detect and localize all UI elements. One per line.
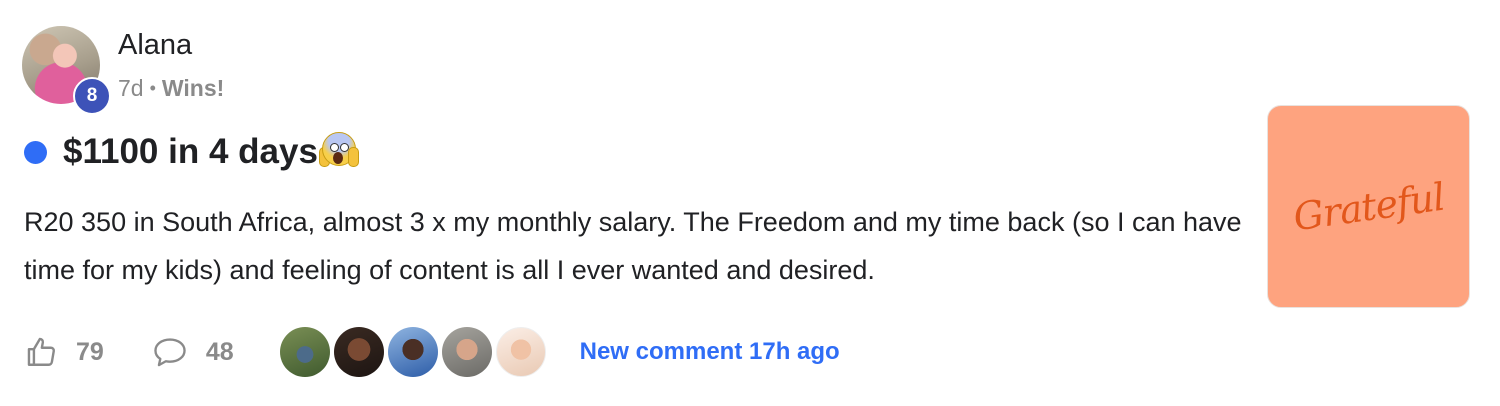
new-comment-link[interactable]: New comment 17h ago	[580, 338, 840, 366]
author-avatar-container[interactable]: 8	[22, 26, 111, 115]
post-meta: 7d • Wins!	[118, 74, 224, 102]
post-title-text: $1100 in 4 days	[63, 132, 318, 171]
face-screaming-in-fear-emoji-icon	[318, 131, 359, 167]
recent-commenters[interactable]	[279, 327, 550, 377]
thumbs-up-icon	[24, 335, 58, 369]
commenter-avatar[interactable]	[387, 327, 438, 377]
comment-count: 48	[205, 337, 234, 366]
title-row[interactable]: $1100 in 4 days	[24, 130, 359, 174]
like-count: 79	[76, 337, 104, 366]
post-category[interactable]: Wins!	[162, 74, 224, 102]
commenter-avatar[interactable]	[495, 327, 546, 377]
post-title[interactable]: $1100 in 4 days	[63, 130, 359, 174]
comment-button[interactable]: 48	[152, 335, 234, 369]
grateful-script-image: Grateful	[1290, 174, 1447, 239]
speech-bubble-icon	[152, 335, 188, 369]
post-card[interactable]: 8 Alana 7d • Wins! $1100 in 4 days R20 3…	[0, 0, 1500, 406]
meta-separator: •	[149, 78, 156, 98]
commenter-avatar[interactable]	[279, 327, 330, 377]
unread-indicator-dot	[24, 140, 47, 164]
post-body[interactable]: R20 350 in South Africa, almost 3 x my m…	[24, 198, 1244, 294]
post-thumbnail[interactable]: Grateful	[1267, 105, 1470, 308]
commenter-avatar[interactable]	[441, 327, 492, 377]
like-button[interactable]: 79	[24, 335, 104, 369]
author-name[interactable]: Alana	[118, 28, 192, 62]
commenter-avatar[interactable]	[333, 327, 384, 377]
post-time: 7d	[118, 75, 144, 101]
level-badge: 8	[73, 77, 111, 115]
post-footer: 79 48 New comment 17h ago	[24, 325, 840, 379]
